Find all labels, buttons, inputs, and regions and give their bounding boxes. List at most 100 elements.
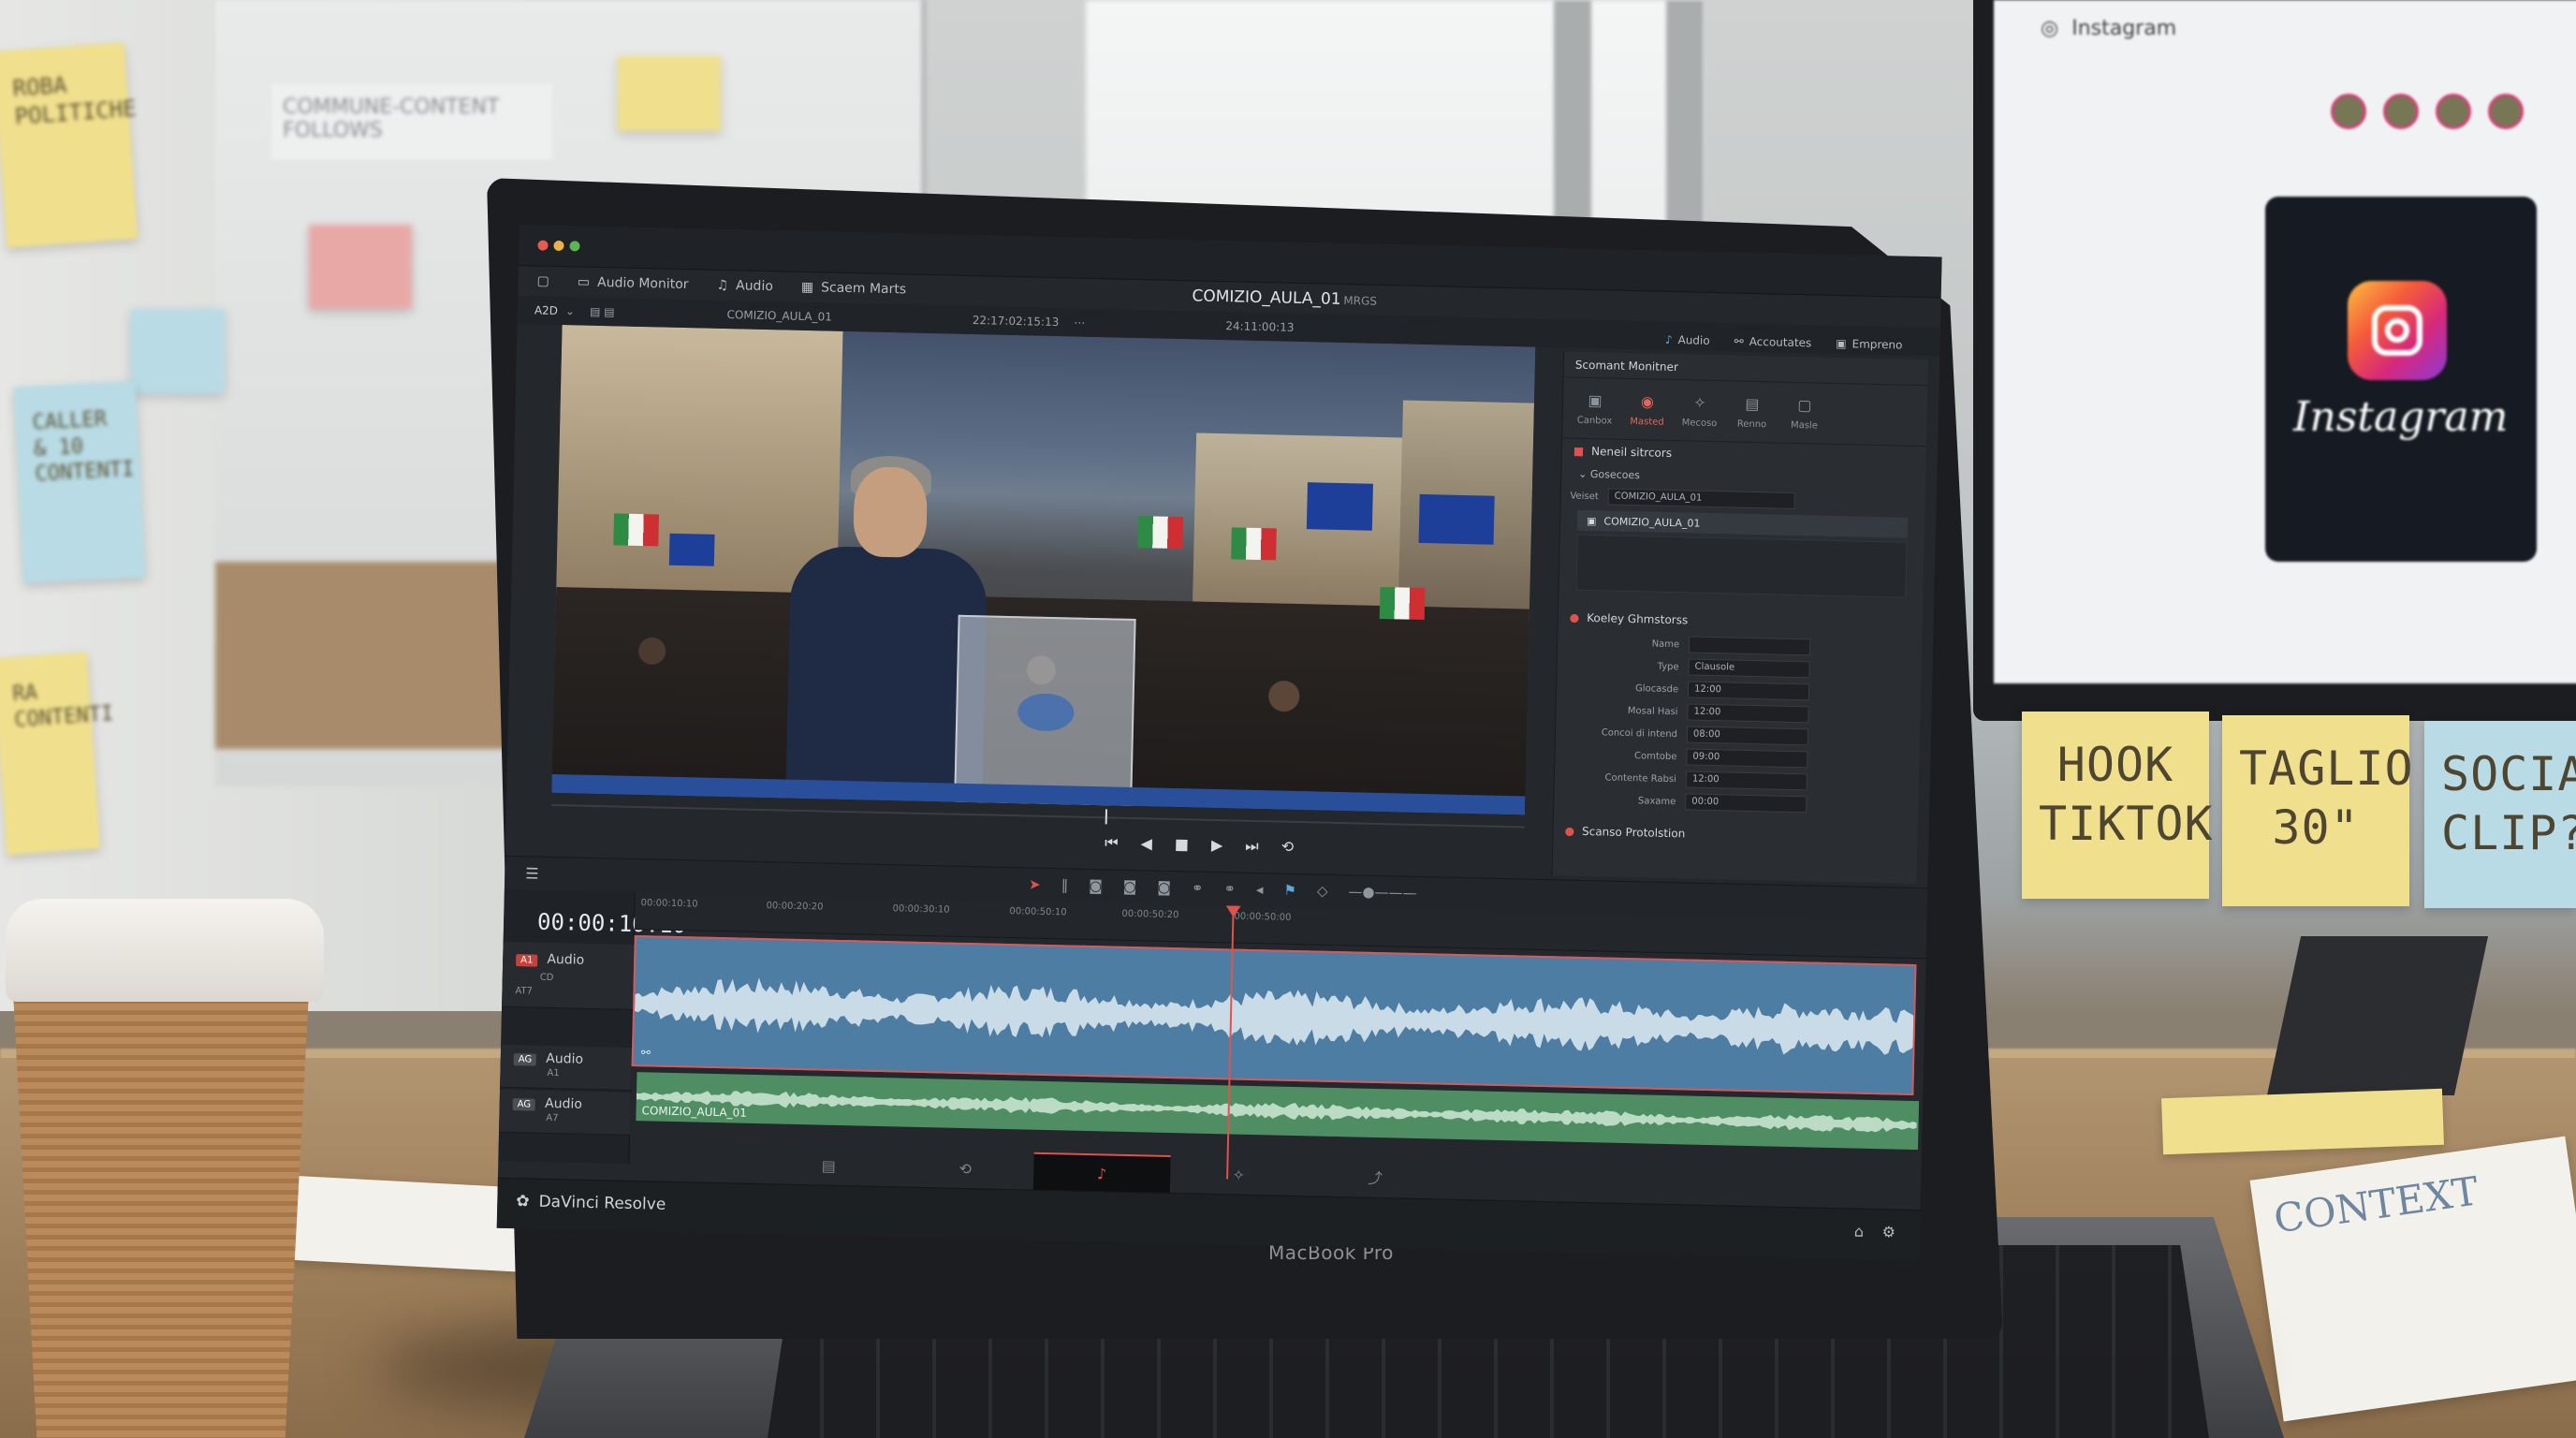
waveform-main — [634, 977, 1916, 1055]
track-header-a2[interactable]: AG Audio A1 — [500, 1044, 633, 1091]
video-frame — [551, 325, 1536, 815]
ruler-tick-label: 00:00:50:20 — [1121, 908, 1179, 921]
link-icon[interactable]: ⚭ — [1223, 880, 1236, 897]
track-header-a1[interactable]: A1 Audio CD AT7 — [502, 941, 635, 1010]
camera-icon[interactable]: ◙ — [1089, 877, 1103, 894]
skip-forward-icon[interactable]: ⏭ — [1245, 837, 1259, 856]
shelf — [215, 562, 515, 749]
menu-scene-marks[interactable]: ▦ Scaem Marts — [801, 280, 907, 298]
clip-list-area — [1575, 534, 1908, 598]
camera-icon[interactable]: ◙ — [1157, 879, 1171, 896]
sticky-note — [131, 309, 225, 393]
skip-back-icon[interactable]: ⏮ — [1105, 833, 1119, 852]
ruler-tick-label: 00:00:30:10 — [892, 903, 950, 916]
menu-bar: ▢ ▭ Audio Monitor ♫ Audio ▦ Scaem Marts — [536, 273, 906, 297]
audio-icon: ♪ — [1664, 332, 1673, 346]
page-tab-fairlight[interactable]: ♪ — [1032, 1152, 1171, 1194]
video-input[interactable]: COMIZIO_AULA_01 — [1607, 488, 1795, 510]
bullet-icon: ● — [1564, 824, 1575, 838]
resolve-window: ▢ ▭ Audio Monitor ♫ Audio ▦ Scaem Marts COM… — [496, 225, 1942, 1261]
more-options-icon[interactable]: ⋯ — [1074, 315, 1085, 329]
home-icon[interactable]: ⌂ — [1854, 1223, 1865, 1240]
inspector-tab-3[interactable]: ✧ Mecoso — [1673, 389, 1726, 432]
monitor-stand — [2266, 936, 2489, 1095]
page-tab-media[interactable]: ▤ — [760, 1146, 898, 1186]
story-avatar — [2331, 94, 2366, 129]
page-tab-edit[interactable]: ⟲ — [897, 1149, 1034, 1189]
inspector-panel: Scomant Monitner ▣ Canbox ◉ Masted ✧ Mecoso… — [1551, 351, 1929, 885]
play-icon[interactable]: ▶ — [1211, 836, 1223, 855]
file-icon: ▢ — [1797, 396, 1812, 415]
flag — [1306, 482, 1373, 531]
stop-icon[interactable]: ■ — [1175, 835, 1190, 854]
menu-audio-monitor[interactable]: ▭ Audio Monitor — [578, 274, 689, 292]
instagram-card-title: Instagram — [2293, 393, 2509, 441]
chevron-down-icon[interactable]: ⌄ — [565, 304, 575, 317]
audio-clip-main[interactable]: ⚯ — [631, 934, 1917, 1096]
flag-icon[interactable]: ⚑ — [1283, 882, 1296, 899]
instagram-stories — [2331, 94, 2524, 129]
zoom-slider[interactable]: —●——— — [1348, 883, 1416, 902]
menu-audio[interactable]: ♫ Audio — [716, 278, 773, 294]
layout-icon[interactable]: ▤ ▤ — [590, 305, 615, 319]
app-brand: ✿ DaVinci Resolve — [516, 1192, 666, 1214]
link-icon: ⚯ — [1734, 334, 1744, 348]
tab-empresa[interactable]: ▣ Empreno — [1836, 337, 1903, 352]
instagram-card: Instagram — [2265, 197, 2537, 562]
clip-icon: ▣ — [1586, 514, 1597, 527]
notebook: CONTEXT — [2249, 1136, 2576, 1422]
speaker-figure — [784, 455, 988, 813]
story-avatar — [2436, 94, 2471, 129]
davinci-logo-icon: ✿ — [516, 1192, 530, 1211]
mode-dropdown[interactable]: A2D — [534, 303, 558, 317]
whiteboard-text: COMMUNE-CONTENT FOLLOWS — [271, 84, 552, 159]
gear-icon[interactable]: ⚙ — [1881, 1223, 1895, 1240]
camera-icon[interactable]: ◙ — [1123, 878, 1137, 895]
link-icon[interactable]: ⚭ — [1192, 879, 1204, 896]
inspector-tab-2[interactable]: ◉ Masted — [1620, 389, 1674, 431]
record-timecode: 24:11:00:13 — [1225, 319, 1295, 334]
page-tab-deliver[interactable]: ⤴ — [1307, 1158, 1444, 1198]
ruler-tick-label: 00:00:10:10 — [640, 898, 698, 910]
sidebar-toggle-icon[interactable]: ▢ — [536, 273, 549, 288]
clip-name-label: COMIZIO_AULA_01 — [641, 1104, 748, 1120]
pointer-tool-icon[interactable]: ➤ — [1029, 876, 1041, 893]
record-icon: ■ — [1573, 444, 1585, 459]
edit-tools: ➤ ‖ ◙ ◙ ◙ ⚭ ⚭ ◂ ⚑ ◇ —●——— — [1029, 876, 1417, 902]
scrubber-head[interactable] — [1105, 809, 1107, 825]
instagram-topbar: ◎ Instagram — [1994, 0, 2576, 56]
menu-icon[interactable]: ☰ — [525, 864, 539, 882]
instagram-app-name: Instagram — [2071, 16, 2177, 40]
inspector-tab-4[interactable]: ▤ Renno — [1725, 390, 1778, 433]
minimize-window-button[interactable] — [553, 240, 564, 252]
inspector-tabs: ▣ Canbox ◉ Masted ✧ Mecoso ▤ Renno ▢ Masle — [1562, 377, 1928, 448]
inspector-section-3[interactable]: ● Scanso Protolstion — [1553, 818, 1917, 851]
marker-icon[interactable]: ◇ — [1317, 883, 1328, 900]
maximize-window-button[interactable] — [569, 241, 580, 252]
close-window-button[interactable] — [537, 240, 549, 251]
sticky-note-right-1: HOOK TIKTOK — [2022, 712, 2213, 899]
music-note-icon: ♫ — [716, 277, 729, 294]
play-reverse-icon[interactable]: ◀ — [1140, 834, 1152, 853]
inspector-tab-5[interactable]: ▢ Masle — [1778, 392, 1831, 434]
audio-wave-icon: ◉ — [1640, 392, 1655, 411]
link-icon: ⚯ — [640, 1046, 651, 1060]
monitor-icon: ▭ — [577, 274, 591, 290]
sticky-note — [309, 225, 412, 309]
speaker-icon[interactable]: ◂ — [1256, 881, 1264, 898]
inspector-tab-1[interactable]: ▣ Canbox — [1568, 387, 1621, 429]
sticky-note-left-3: RA CONTENTI — [0, 652, 114, 856]
tab-accounts[interactable]: ⚯ Accoutates — [1734, 334, 1812, 349]
grid-icon: ▦ — [800, 279, 814, 296]
page-tab-effects[interactable]: ✧ — [1170, 1155, 1308, 1196]
waveform-tool-icon[interactable]: ‖ — [1061, 876, 1069, 893]
tab-audio[interactable]: ♪ Audio — [1665, 333, 1710, 347]
loop-icon[interactable]: ⟲ — [1281, 838, 1294, 857]
flag — [1418, 493, 1495, 545]
sticky-note-right-3: SOCIAL CLIP? — [2424, 721, 2576, 908]
external-monitor: ◎ Instagram Instagram — [1973, 0, 2576, 721]
video-viewer[interactable] — [551, 325, 1536, 815]
track-header-a3[interactable]: AG Audio A7 — [498, 1089, 632, 1136]
inspector-clip-row[interactable]: ▣ COMIZIO_AULA_01 — [1576, 509, 1909, 538]
clip-dropdown[interactable]: COMIZIO_AULA_01 — [726, 308, 832, 324]
